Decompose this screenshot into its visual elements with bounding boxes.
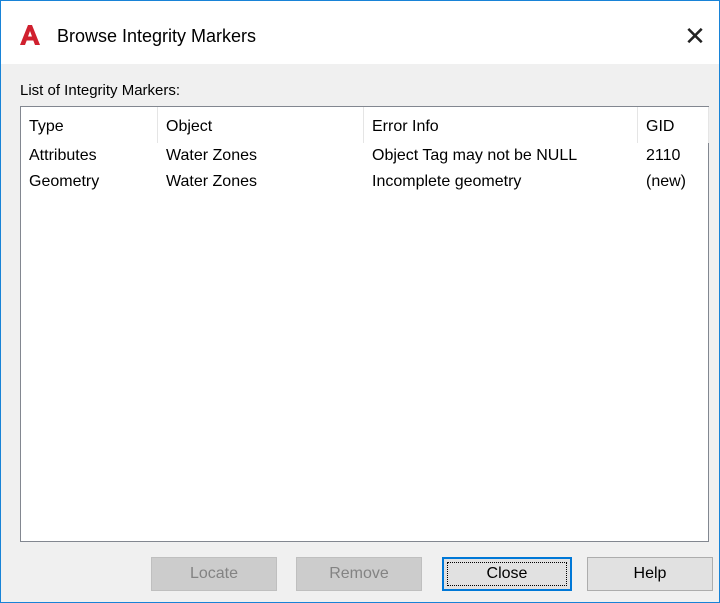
browse-integrity-markers-dialog: Browse Integrity Markers ✕ List of Integ… bbox=[0, 0, 720, 603]
title-bar[interactable]: Browse Integrity Markers ✕ bbox=[1, 1, 719, 64]
cell-error-info: Object Tag may not be NULL bbox=[372, 147, 578, 164]
column-header-error-info[interactable]: Error Info bbox=[364, 107, 638, 143]
window-title: Browse Integrity Markers bbox=[57, 26, 257, 46]
list-header: Type Object Error Info GID bbox=[21, 107, 709, 143]
locate-button-label: Locate bbox=[189, 565, 239, 582]
column-header-type[interactable]: Type bbox=[21, 107, 158, 143]
integrity-markers-list[interactable]: Type Object Error Info GID Attributes Wa… bbox=[20, 106, 709, 542]
close-button[interactable]: Close bbox=[442, 557, 572, 591]
autocad-a-icon bbox=[19, 24, 41, 46]
column-header-object[interactable]: Object bbox=[158, 107, 364, 143]
help-button-label: Help bbox=[633, 565, 667, 582]
cell-gid: 2110 bbox=[646, 147, 681, 164]
cell-object: Water Zones bbox=[166, 173, 257, 190]
close-button-label: Close bbox=[486, 565, 528, 582]
table-row[interactable]: Attributes Water Zones Object Tag may no… bbox=[21, 143, 708, 169]
remove-button[interactable]: Remove bbox=[296, 557, 422, 591]
list-label: List of Integrity Markers: bbox=[20, 82, 181, 99]
cell-type: Geometry bbox=[29, 173, 100, 190]
remove-button-label: Remove bbox=[329, 565, 389, 582]
table-row[interactable]: Geometry Water Zones Incomplete geometry… bbox=[21, 169, 708, 195]
cell-gid: (new) bbox=[646, 173, 687, 190]
cell-error-info: Incomplete geometry bbox=[372, 173, 522, 190]
help-button[interactable]: Help bbox=[587, 557, 713, 591]
cell-object: Water Zones bbox=[166, 147, 257, 164]
column-header-gid[interactable]: GID bbox=[638, 107, 709, 143]
cell-type: Attributes bbox=[29, 147, 97, 164]
locate-button[interactable]: Locate bbox=[151, 557, 277, 591]
close-window-icon[interactable]: ✕ bbox=[680, 21, 710, 51]
